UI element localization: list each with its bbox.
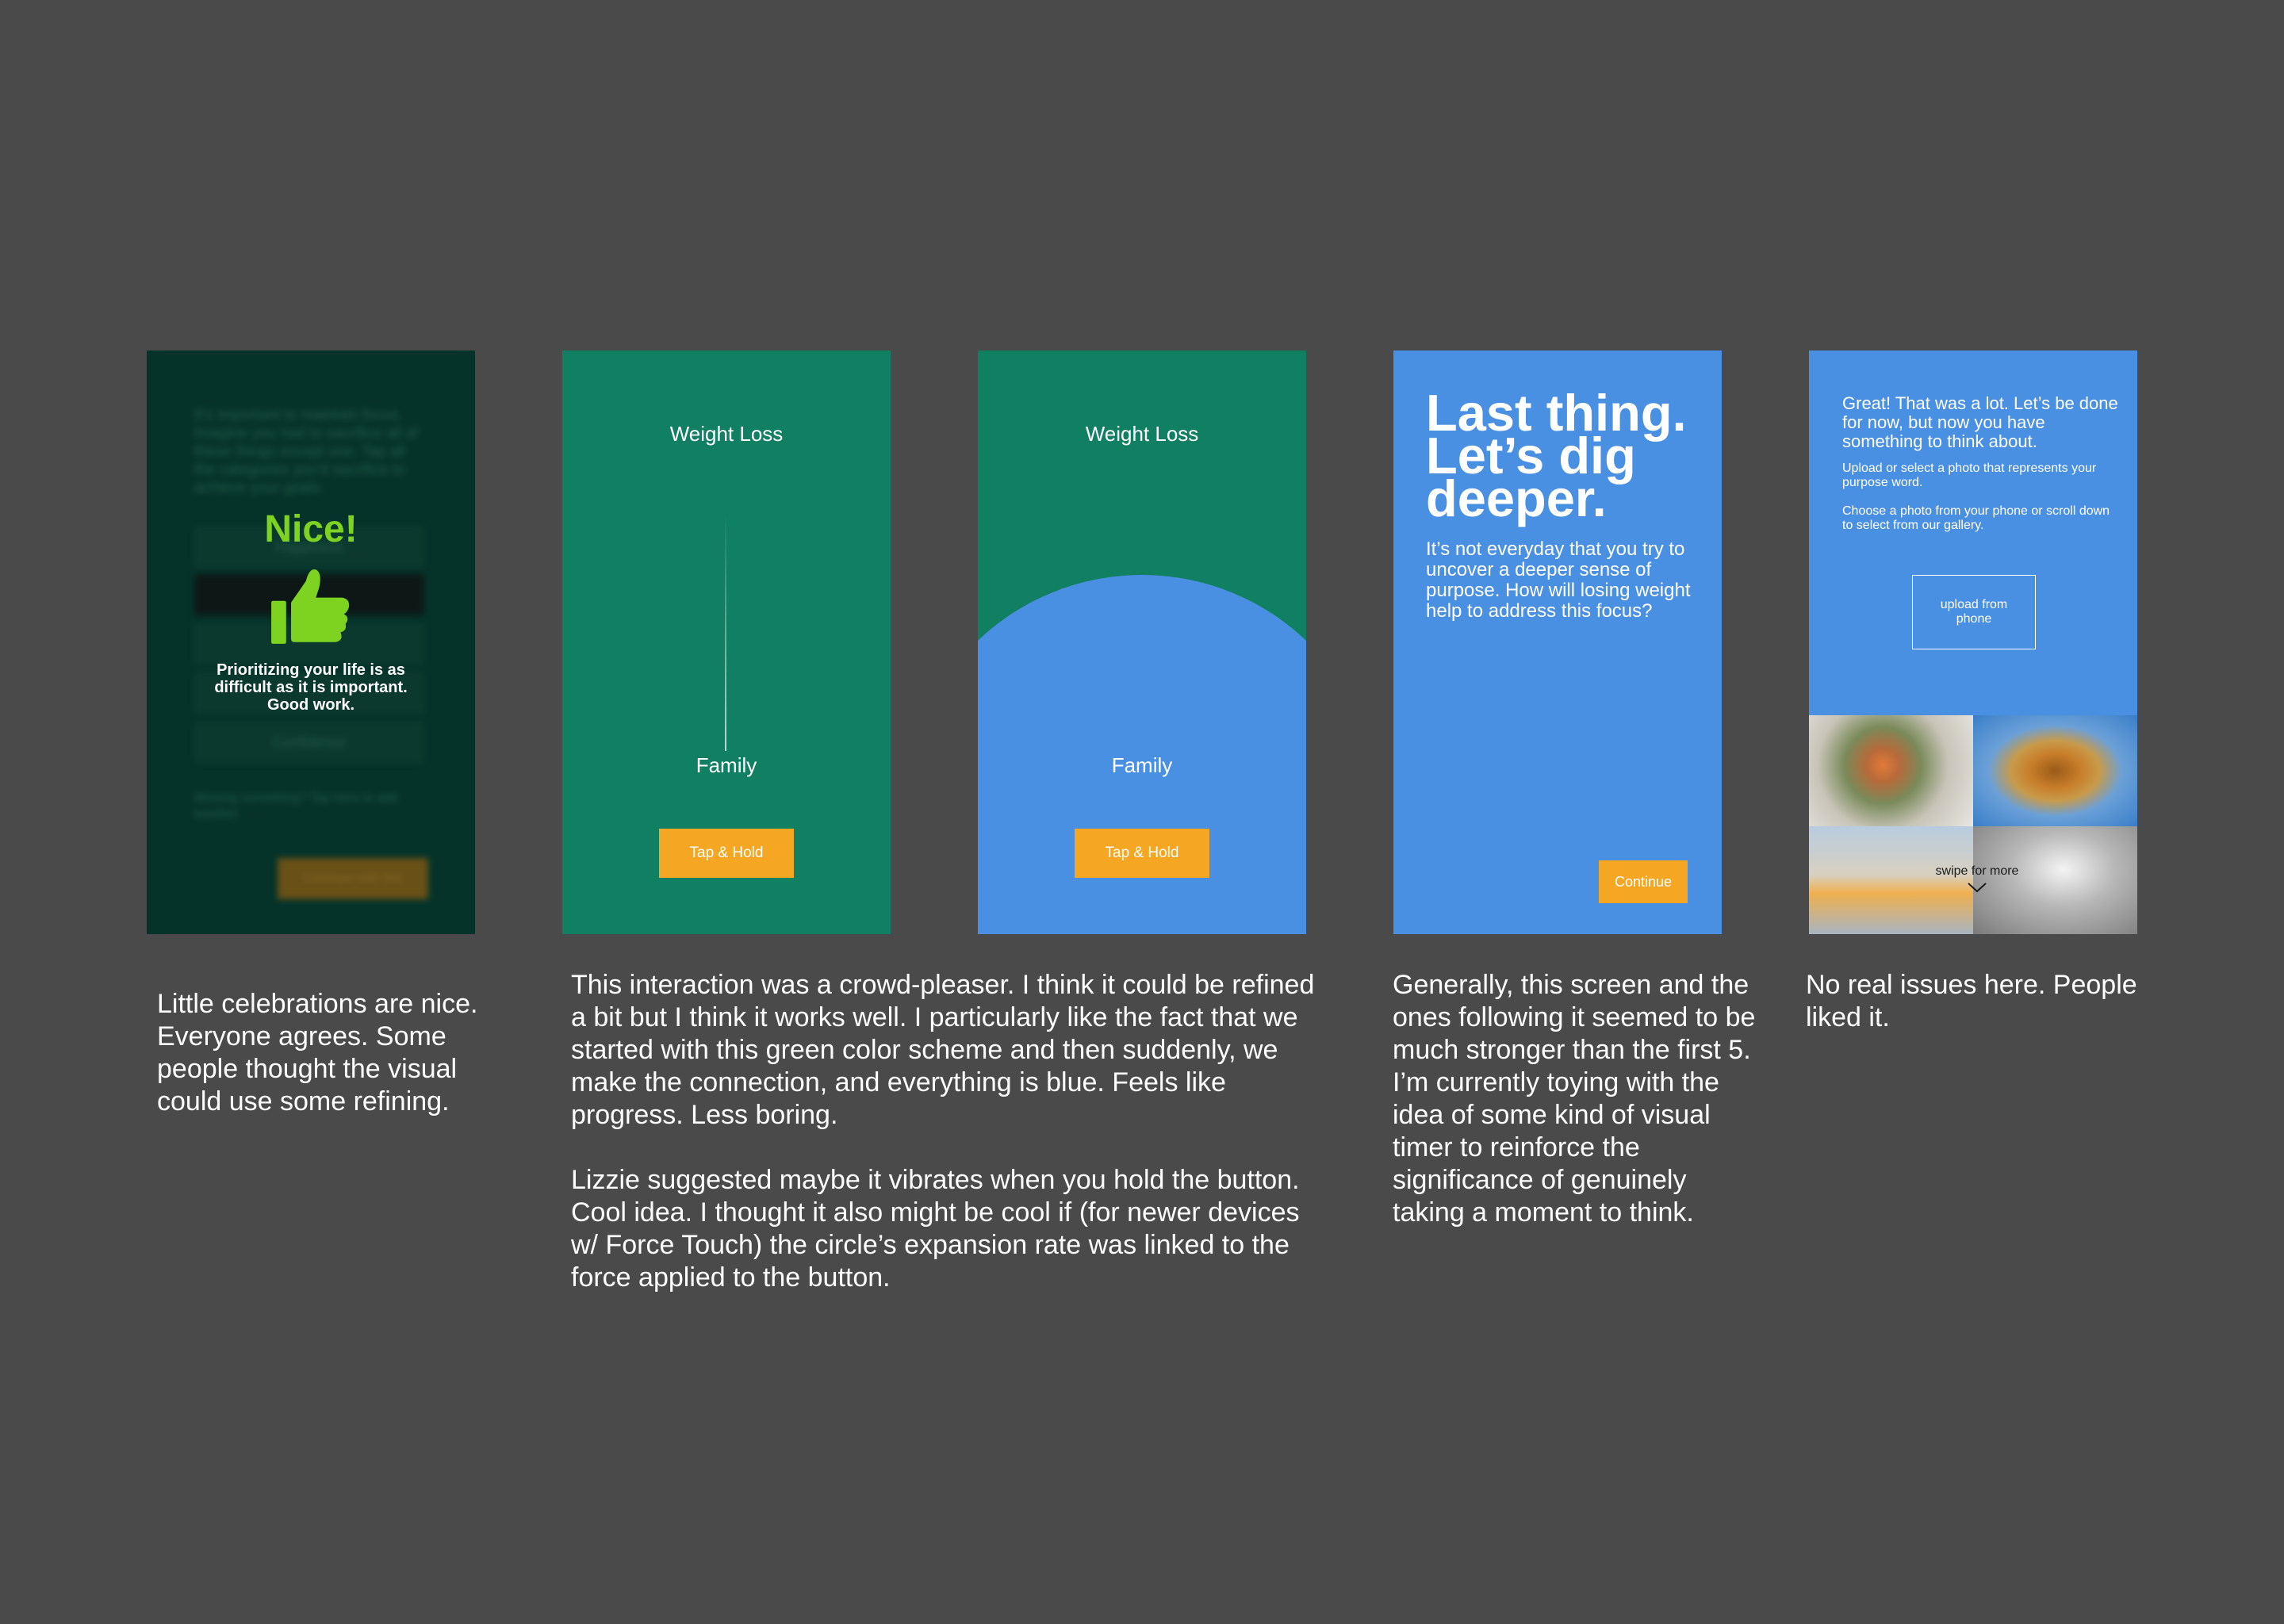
gallery-photo-light[interactable] [1973, 826, 2137, 934]
gallery-photo-lion[interactable] [1973, 715, 2137, 826]
caption-dig-deeper: Generally, this screen and the ones foll… [1393, 970, 1756, 1228]
background-footer: Missing something? Tap here to add anoth… [194, 791, 398, 821]
top-focus-label: Weight Loss [1085, 422, 1199, 446]
background-continue-button: Continue with this [278, 858, 428, 899]
background-option-label: Confidence [273, 734, 346, 750]
bottom-focus-label: Family [1111, 753, 1173, 777]
bottom-focus-label: Family [696, 753, 757, 777]
background-instructions: It's important to maintain focus. Imagin… [194, 407, 418, 496]
tap-and-hold-button[interactable]: Tap & Hold [659, 829, 794, 878]
celebration-message: Prioritizing your life is as difficult a… [214, 661, 408, 714]
gallery-photo-sunset[interactable] [1809, 826, 1973, 934]
dig-deeper-title: Last thing. Let’s dig deeper. [1426, 384, 1687, 527]
celebration-screen: It's important to maintain focus. Imagin… [147, 350, 475, 934]
connect-screen-active: Weight Loss Family Tap & Hold [978, 350, 1306, 934]
caption-photo-pick: No real issues here. People liked it. [1806, 970, 2137, 1032]
tap-and-hold-button[interactable]: Tap & Hold [1075, 829, 1209, 878]
connect-screen-idle: Weight Loss Family Tap & Hold [562, 350, 891, 934]
dig-deeper-screen: Last thing. Let’s dig deeper. It’s not e… [1393, 350, 1722, 934]
swipe-hint: swipe for more [1935, 864, 2019, 878]
thumbs-up-icon [271, 569, 350, 644]
chevron-down-icon[interactable] [1967, 882, 1987, 893]
background-option: Confidence [194, 722, 424, 763]
continue-button[interactable]: Continue [1599, 860, 1688, 903]
gallery-photo-people[interactable] [1809, 715, 1973, 826]
caption-connect: This interaction was a crowd-pleaser. I … [571, 970, 1315, 1130]
caption-celebration: Little celebrations are nice. Everyone a… [157, 989, 478, 1116]
dig-deeper-body: It’s not everyday that you try to uncove… [1426, 538, 1691, 622]
celebration-title: Nice! [264, 508, 358, 550]
photo-pick-screen: Great! That was a lot. Let’s be done for… [1809, 350, 2137, 934]
connection-line [725, 513, 726, 751]
photo-pick-instruction-2: Choose a photo from your phone or scroll… [1842, 504, 2110, 532]
caption-connect-followup: Lizzie suggested maybe it vibrates when … [571, 1165, 1300, 1293]
upload-from-phone-button[interactable]: upload from phone [1912, 575, 2036, 649]
top-focus-label: Weight Loss [669, 422, 784, 446]
photo-pick-instruction: Upload or select a photo that represents… [1842, 462, 2097, 489]
photo-pick-heading: Great! That was a lot. Let’s be done for… [1842, 393, 2118, 451]
